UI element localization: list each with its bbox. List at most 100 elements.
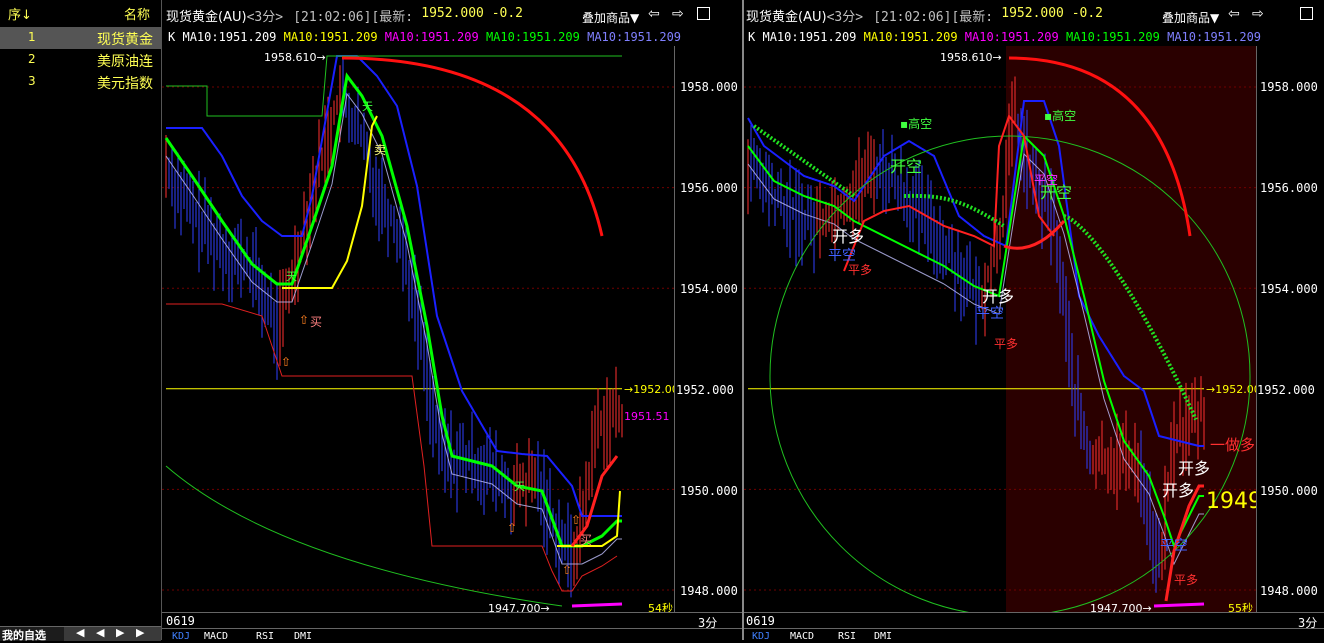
y-tick-label: 1954.000 <box>1260 282 1318 296</box>
kaikong-label: 开空 <box>890 157 922 176</box>
forward-arrow-icon[interactable]: ⇨ <box>1252 6 1264 22</box>
period-short-label: 3分 <box>1298 616 1318 630</box>
layout-icon[interactable] <box>697 7 710 20</box>
overlay-button[interactable]: 叠加商品▼ <box>582 9 639 26</box>
pingkong-label: 平空 <box>1034 173 1058 187</box>
watchlist-header: 序↓ 名称 <box>0 4 161 24</box>
y-tick-label: 1948.000 <box>1260 584 1318 598</box>
price-line-label: →1952.00 <box>1206 383 1256 396</box>
latest-value: 1952.000 -0.2 <box>421 6 524 21</box>
up-arrow-icon: ⇧ <box>562 563 572 577</box>
up-arrow-icon: ⇧ <box>571 513 581 527</box>
ma-value: MA10:1951.209 <box>384 30 479 44</box>
pingkong-label: 平空 <box>976 306 1004 322</box>
tab-scroll-right-icon[interactable]: ▶ <box>136 626 144 639</box>
overlay-button[interactable]: 叠加商品▼ <box>1162 9 1219 26</box>
tab-dmi[interactable]: DMI <box>294 631 312 642</box>
price-line-label: →1952.00 <box>624 383 674 396</box>
tab-dmi[interactable]: DMI <box>874 631 892 642</box>
period-label[interactable]: <3分> <box>247 10 283 25</box>
latest-label: [最新: <box>371 10 414 25</box>
yizuoduo-label: 一做多 <box>1210 436 1255 454</box>
tab-macd[interactable]: MACD <box>204 631 228 642</box>
low-price-label: 1947.700→ <box>1090 602 1152 612</box>
ma-value: MA10:1951.209 <box>964 30 1059 44</box>
tab-scroll-left-icon[interactable]: ◀ <box>96 626 104 639</box>
y-tick-label: 1952.000 <box>676 383 734 397</box>
tab-scroll-area[interactable]: ◀ ◀ ▶ ▶ <box>64 626 161 641</box>
row-name: 现货黄金 <box>97 32 153 48</box>
buy-signal-label: 买 <box>310 315 322 329</box>
ma-legend: K MA10:1951.209 MA10:1951.209 MA10:1951.… <box>748 30 1261 46</box>
axis-divider <box>1256 46 1257 612</box>
chart-panel-1: 现货黄金(AU)<3分> [21:02:06][最新: 1952.000 -0.… <box>162 0 742 642</box>
watchlist-row[interactable]: 2 美原油连 <box>0 49 161 71</box>
date-label: 0619 <box>746 614 775 628</box>
forward-arrow-icon[interactable]: ⇨ <box>672 6 684 22</box>
lower-channel-line <box>166 303 618 592</box>
arc-line <box>165 465 563 607</box>
sell-signal-label: 卖 <box>374 143 386 157</box>
row-name: 美元指数 <box>97 76 153 92</box>
high-price-label: 1958.610→ <box>940 51 1002 64</box>
kline-chart-1[interactable]: →1952.001958.610→1947.700→1951.5154秒买买卖天… <box>162 46 674 612</box>
countdown-label: 55秒 <box>1228 601 1253 612</box>
kline-chart-2[interactable]: →1952.001958.610→1947.700→ 55秒▪高空▪高空开空开空开… <box>744 46 1256 612</box>
ma-line <box>164 72 622 548</box>
pingkong-label: 平空 <box>1160 538 1188 554</box>
top-marker-label: 天 <box>362 100 373 113</box>
y-tick-label: 1958.000 <box>680 80 738 94</box>
tab-rsi[interactable]: RSI <box>838 631 856 642</box>
watchlist-row[interactable]: 1 现货黄金 <box>0 27 161 49</box>
top-marker-label: 天 <box>514 480 525 493</box>
top-marker-label: 天 <box>286 270 297 283</box>
axis-divider <box>674 46 675 612</box>
instrument-title: 现货黄金(AU) <box>746 10 827 25</box>
ma-value: MA10:1951.209 <box>182 30 277 44</box>
row-index: 2 <box>28 52 36 66</box>
countdown-label: 54秒 <box>648 601 673 612</box>
y-tick-label: 1958.000 <box>1260 80 1318 94</box>
pingduo-label: 平多 <box>848 263 872 277</box>
back-arrow-icon[interactable]: ⇦ <box>648 6 660 22</box>
low-price-label: 1947.700→ <box>488 602 550 612</box>
pingduo-label: 平多 <box>994 337 1018 351</box>
indicator-tabbar: KDJ MACD RSI DMI <box>744 628 1324 643</box>
highlight-region <box>1006 46 1256 612</box>
ma-line-secondary <box>165 92 622 565</box>
up-arrow-icon: ⇧ <box>299 313 309 327</box>
pingkong-label: 平空 <box>828 248 856 264</box>
ma-value: MA10:1951.209 <box>485 30 580 44</box>
back-arrow-icon[interactable]: ⇦ <box>1228 6 1240 22</box>
ma-value: MA10:1951.209 <box>1065 30 1160 44</box>
ma-value: MA10:1951.209 <box>283 30 378 44</box>
last-price-label: 1951.51 <box>624 410 670 423</box>
up-arrow-icon: ⇧ <box>281 355 291 369</box>
tab-my-watchlist[interactable]: 我的自选 <box>2 627 46 643</box>
kaiduo-label: 开多 <box>982 287 1014 306</box>
tab-kdj[interactable]: KDJ <box>172 631 190 642</box>
gaokong-label: ▪高空 <box>900 116 932 131</box>
tab-macd[interactable]: MACD <box>790 631 814 642</box>
tab-scroll-left-icon[interactable]: ◀ <box>76 626 84 639</box>
bottom-marker-line <box>571 602 623 608</box>
bottom-marker-line <box>1153 602 1205 608</box>
ma-value: MA10:1951.209 <box>863 30 958 44</box>
col-seq-header[interactable]: 序↓ <box>8 4 32 23</box>
y-tick-label: 1950.000 <box>1260 484 1318 498</box>
high-price-label: 1958.610→ <box>264 51 326 64</box>
kaiduo-label: 开多 <box>1162 481 1194 500</box>
tab-kdj[interactable]: KDJ <box>752 631 770 642</box>
tab-rsi[interactable]: RSI <box>256 631 274 642</box>
y-tick-label: 1950.000 <box>680 484 738 498</box>
date-label: 0619 <box>166 614 195 628</box>
period-label[interactable]: <3分> <box>827 10 863 25</box>
col-name-header[interactable]: 名称 <box>124 4 156 23</box>
ma-value: MA10:1951.209 <box>587 30 682 44</box>
time-label: [21:02:06] <box>873 10 952 25</box>
tab-scroll-right-icon[interactable]: ▶ <box>116 626 124 639</box>
pingduo-label: 平多 <box>1174 573 1198 587</box>
panel-title-bar: 现货黄金(AU)<3分> [21:02:06][最新: 1952.000 -0.… <box>166 6 533 26</box>
layout-icon[interactable] <box>1300 7 1313 20</box>
watchlist-row[interactable]: 3 美元指数 <box>0 71 161 93</box>
